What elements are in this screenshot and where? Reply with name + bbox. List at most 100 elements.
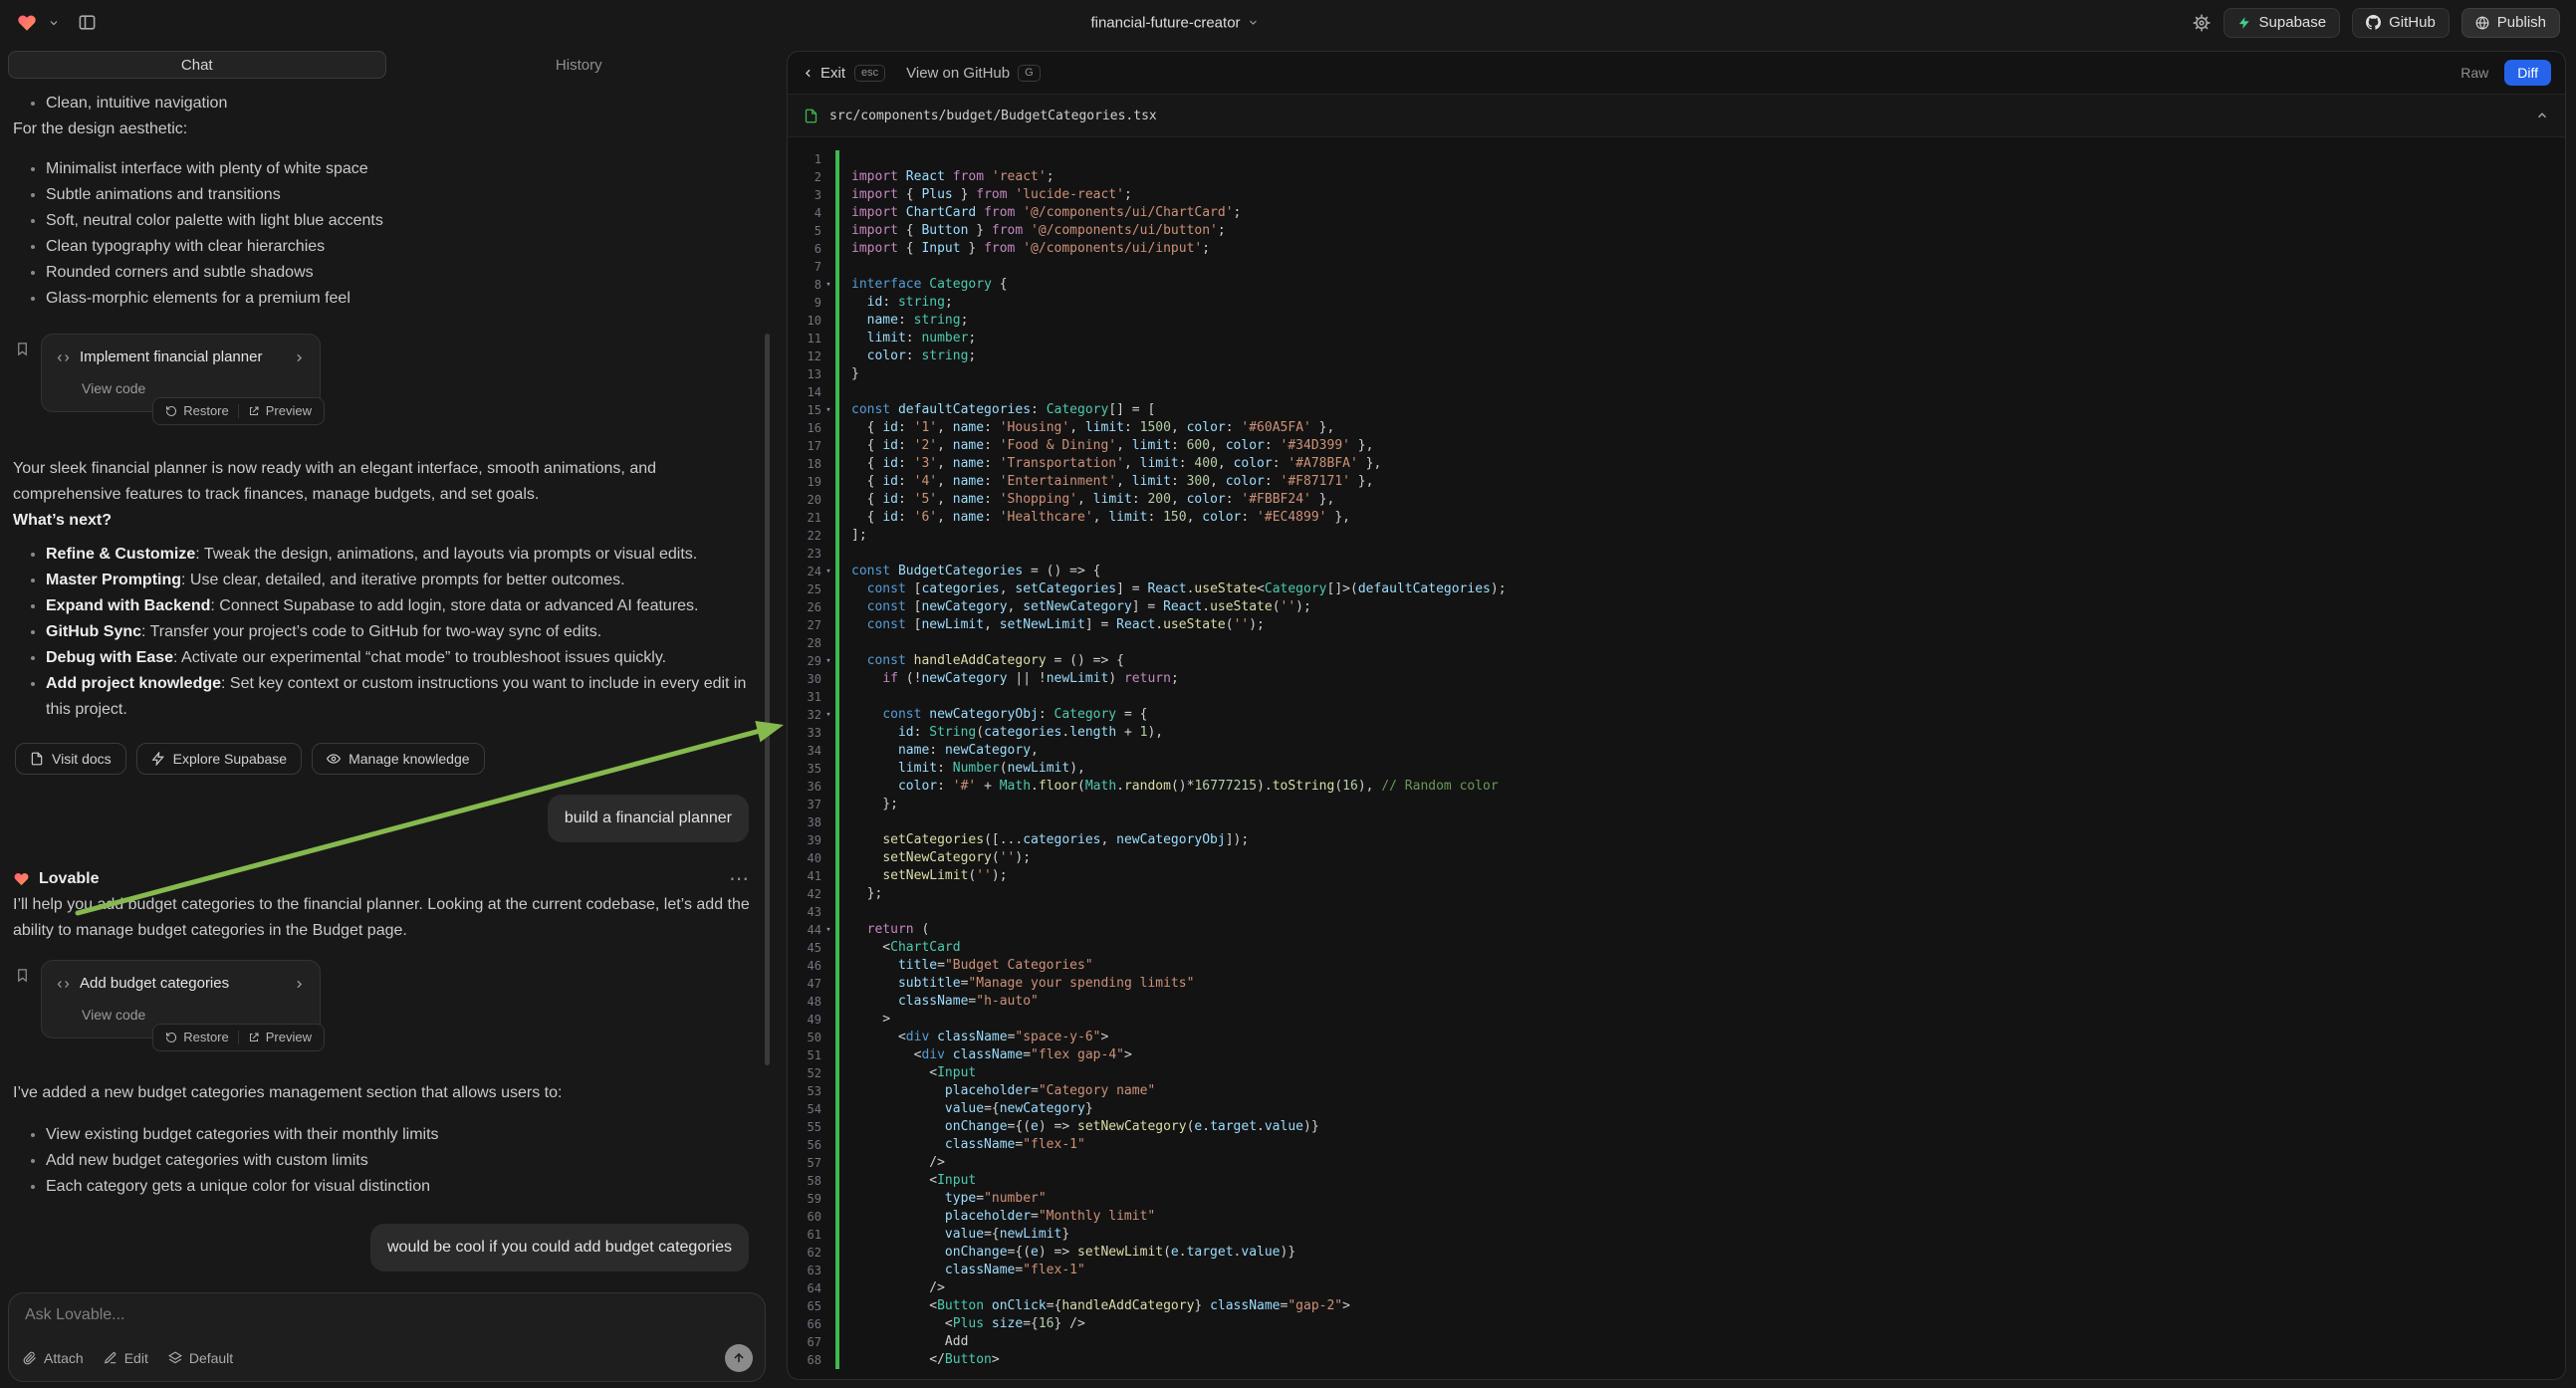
restore-icon xyxy=(165,405,177,417)
fold-chevron-icon[interactable]: ▾ xyxy=(821,652,835,670)
lovable-logo-icon[interactable] xyxy=(16,13,38,33)
project-switcher[interactable]: financial-future-creator xyxy=(1090,14,1259,31)
publish-button[interactable]: Publish xyxy=(2461,8,2560,38)
fold-spacer xyxy=(821,957,835,975)
workspace-chevron-icon[interactable] xyxy=(48,17,60,29)
edit-card-add-budget-categories[interactable]: Add budget categories View code Restore … xyxy=(41,960,321,1039)
line-number: 31 xyxy=(788,688,821,706)
manage-knowledge-button[interactable]: Manage knowledge xyxy=(312,743,484,775)
fold-chevron-icon[interactable]: ▾ xyxy=(821,401,835,419)
code-text: limit: Number(newLimit), xyxy=(839,760,1085,778)
button-label: Exit xyxy=(820,65,845,82)
code-line: 58 <Input xyxy=(788,1172,2565,1190)
chat-scrollbar[interactable] xyxy=(765,334,770,1065)
fold-spacer xyxy=(821,1297,835,1315)
model-selector[interactable]: Default xyxy=(168,1350,233,1366)
explore-supabase-button[interactable]: Explore Supabase xyxy=(136,743,302,775)
line-number: 25 xyxy=(788,580,821,598)
code-text: return ( xyxy=(839,921,929,939)
code-header-right: Raw Diff xyxy=(2460,60,2551,86)
composer: Attach Edit Default xyxy=(8,1292,766,1382)
supabase-button[interactable]: Supabase xyxy=(2224,8,2341,38)
code-line: 67 Add xyxy=(788,1333,2565,1351)
tab-chat[interactable]: Chat xyxy=(8,51,386,79)
fold-spacer xyxy=(821,849,835,867)
fold-chevron-icon[interactable]: ▾ xyxy=(821,563,835,580)
code-text: if (!newCategory || !newLimit) return; xyxy=(839,670,1179,688)
line-number: 26 xyxy=(788,598,821,616)
attach-button[interactable]: Attach xyxy=(23,1350,84,1366)
button-label: View on GitHub xyxy=(906,65,1010,82)
chat-panel: Chat History Clean, intuitive navigation… xyxy=(0,45,776,1388)
line-number: 20 xyxy=(788,491,821,509)
bookmark-icon[interactable] xyxy=(15,968,30,983)
visit-docs-button[interactable]: Visit docs xyxy=(15,743,126,775)
fold-chevron-icon[interactable]: ▾ xyxy=(821,921,835,939)
preview-button[interactable]: Preview xyxy=(239,398,321,424)
fold-chevron-icon[interactable]: ▾ xyxy=(821,706,835,724)
code-line: 42 }; xyxy=(788,885,2565,903)
code-line: 25 const [categories, setCategories] = R… xyxy=(788,580,2565,598)
code-line: 39 setCategories([...categories, newCate… xyxy=(788,831,2565,849)
view-on-github-button[interactable]: View on GitHub G xyxy=(906,65,1041,82)
preview-button[interactable]: Preview xyxy=(239,1025,321,1050)
line-number: 29 xyxy=(788,652,821,670)
fold-chevron-icon[interactable]: ▾ xyxy=(821,276,835,294)
restore-button[interactable]: Restore xyxy=(156,398,238,424)
code-line: 11 limit: number; xyxy=(788,330,2565,347)
code-line: 44▾ return ( xyxy=(788,921,2565,939)
code-line: 7 xyxy=(788,258,2565,276)
card-actions: Restore Preview xyxy=(152,397,325,425)
github-button[interactable]: GitHub xyxy=(2352,8,2450,38)
code-line: 27 const [newLimit, setNewLimit] = React… xyxy=(788,616,2565,634)
code-text: name: newCategory, xyxy=(839,742,1039,760)
diff-toggle[interactable]: Diff xyxy=(2504,60,2551,86)
settings-gear-icon[interactable] xyxy=(2192,13,2212,33)
code-editor[interactable]: 12import React from 'react';3import { Pl… xyxy=(788,137,2565,1379)
line-number: 42 xyxy=(788,885,821,903)
button-label: Attach xyxy=(44,1350,84,1366)
send-button[interactable] xyxy=(725,1344,753,1372)
card-actions: Restore Preview xyxy=(152,1024,325,1051)
line-number: 59 xyxy=(788,1190,821,1208)
edit-card-row: Add budget categories View code Restore … xyxy=(15,960,756,1039)
button-label: Preview xyxy=(266,1025,312,1050)
bookmark-icon[interactable] xyxy=(15,342,30,356)
raw-toggle[interactable]: Raw xyxy=(2460,65,2488,81)
code-line: 49 > xyxy=(788,1011,2565,1029)
line-number: 56 xyxy=(788,1136,821,1154)
fold-spacer xyxy=(821,1226,835,1244)
edit-card-implement-planner[interactable]: Implement financial planner View code Re… xyxy=(41,334,321,412)
edit-mode-button[interactable]: Edit xyxy=(104,1350,148,1366)
docs-icon xyxy=(30,752,44,766)
code-text: <Button onClick={handleAddCategory} clas… xyxy=(839,1297,1350,1315)
fold-spacer xyxy=(821,437,835,455)
card-title: Add budget categories xyxy=(80,971,284,997)
code-line: 14 xyxy=(788,383,2565,401)
fold-spacer xyxy=(821,258,835,276)
exit-button[interactable]: Exit xyxy=(802,65,845,82)
fold-spacer xyxy=(821,545,835,563)
message-menu-button[interactable]: ⋯ xyxy=(729,869,749,889)
chevron-left-icon xyxy=(802,67,815,80)
code-text: { id: '3', name: 'Transportation', limit… xyxy=(839,455,1381,473)
line-number: 49 xyxy=(788,1011,821,1029)
tab-history[interactable]: History xyxy=(390,51,769,79)
toggle-sidebar-icon[interactable] xyxy=(78,13,97,32)
chat-messages[interactable]: Clean, intuitive navigation For the desi… xyxy=(0,81,776,1288)
list-item: Add project knowledge: Set key context o… xyxy=(46,671,756,723)
restore-button[interactable]: Restore xyxy=(156,1025,238,1050)
fold-spacer xyxy=(821,1244,835,1262)
line-number: 28 xyxy=(788,634,821,652)
fold-spacer xyxy=(821,760,835,778)
line-number: 35 xyxy=(788,760,821,778)
collapse-file-button[interactable] xyxy=(2535,109,2549,122)
added-text: I’ve added a new budget categories manag… xyxy=(13,1080,756,1106)
code-icon xyxy=(56,977,71,992)
line-number: 13 xyxy=(788,365,821,383)
code-text: interface Category { xyxy=(839,276,1008,294)
code-line: 48 className="h-auto" xyxy=(788,993,2565,1011)
code-text: color: '#' + Math.floor(Math.random()*16… xyxy=(839,778,1499,796)
chat-input[interactable] xyxy=(23,1305,718,1325)
line-number: 17 xyxy=(788,437,821,455)
